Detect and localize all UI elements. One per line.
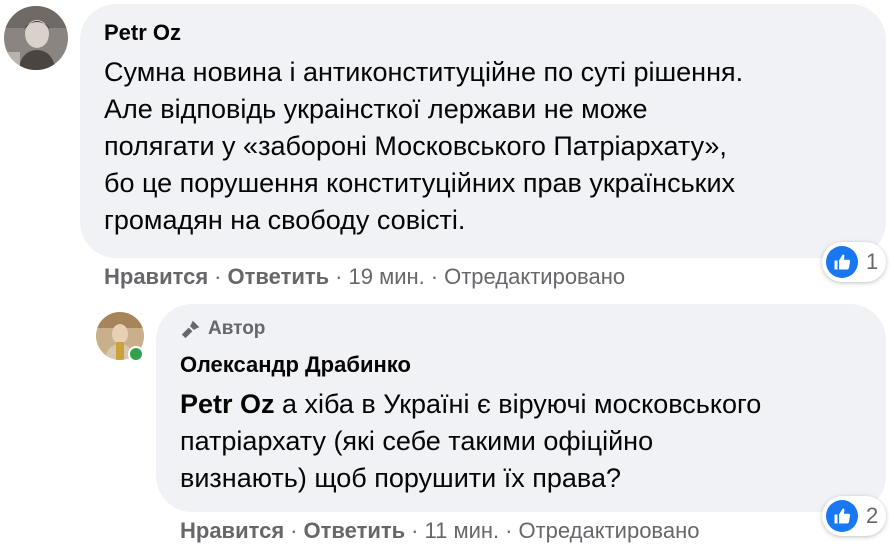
comment-line: бо це порушення конституційних прав укра… <box>104 168 736 198</box>
reaction-count: 1 <box>866 249 879 274</box>
comment-author-name[interactable]: Олександр Драбинко <box>180 352 411 378</box>
comment-line: визнають) щоб порушити їх права? <box>180 463 621 493</box>
reaction-summary[interactable]: 1 <box>822 242 887 282</box>
microphone-icon <box>181 320 200 339</box>
comment-actions: Нравится · Ответить · 11 мин. · Отредактирован… <box>180 518 700 543</box>
comment-line: патріархату (які себе такими офіційно <box>180 426 654 456</box>
author-badge-label: Автор <box>208 318 266 339</box>
comment-text: Petr Oz а хіба в Україні є віруючі моско… <box>180 386 761 497</box>
timestamp[interactable]: 11 мин. <box>425 518 500 543</box>
timestamp[interactable]: 19 мин. <box>349 264 425 289</box>
like-button[interactable]: Нравится <box>180 518 284 543</box>
like-icon <box>826 500 858 532</box>
reaction-count: 2 <box>866 503 879 528</box>
mention-link[interactable]: Petr Oz <box>180 389 275 419</box>
comment-line: Але відповідь украінсткої лержави не мож… <box>104 94 648 124</box>
comment-line: полягати у «забороні Московського Патріа… <box>104 131 727 161</box>
comment-line: а хіба в Україні є віруючі московського <box>274 389 762 419</box>
comment-text: Сумна новина і антиконституційне по суті… <box>104 54 743 239</box>
online-status-indicator <box>128 346 144 362</box>
comment-line: громадян на свободу совісті. <box>104 205 466 235</box>
comment-author-name[interactable]: Petr Oz <box>104 20 181 46</box>
like-icon <box>826 246 858 278</box>
like-button[interactable]: Нравится <box>104 264 208 289</box>
reply-button[interactable]: Ответить <box>228 264 330 289</box>
comment-line: Сумна новина і антиконституційне по суті… <box>104 57 744 87</box>
reply-button[interactable]: Ответить <box>304 518 406 543</box>
comment-actions: Нравится · Ответить · 19 мин. · Отредактирован… <box>104 264 626 289</box>
edited-label[interactable]: Отредактировано <box>444 264 625 289</box>
author-badge: Автор <box>180 318 265 340</box>
edited-label[interactable]: Отредактировано <box>518 518 699 543</box>
reaction-summary[interactable]: 2 <box>822 496 887 536</box>
avatar-petr-oz[interactable] <box>4 6 68 70</box>
